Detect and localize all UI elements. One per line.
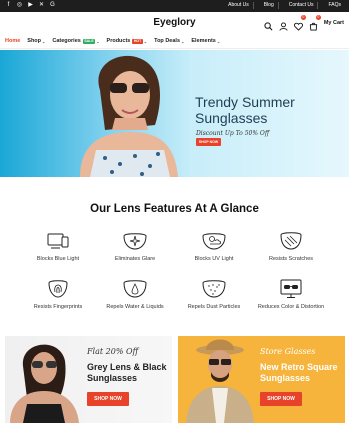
x-icon[interactable]: ✕ xyxy=(38,2,45,9)
social-links: f ◎ ▶ ✕ G xyxy=(5,2,56,9)
promo-model-image xyxy=(10,344,79,423)
wishlist-count-badge: 0 xyxy=(300,15,306,20)
chevron-down-icon: ⌄ xyxy=(181,38,185,44)
feature-blocks-blue-light: Blocks Blue Light xyxy=(18,231,98,262)
sun-cloud-lens-icon xyxy=(202,233,226,250)
chevron-down-icon: ⌄ xyxy=(143,38,148,44)
water-drop-icon xyxy=(123,280,147,298)
hero-shop-now-button[interactable]: SHOP NOW xyxy=(196,138,221,146)
header-icons: 0 0 My Cart xyxy=(264,15,344,31)
promo-kicker: Store Glasses xyxy=(260,347,316,356)
nav-home-label: Home xyxy=(5,38,21,44)
promo-title: New Retro Square Sunglasses xyxy=(260,362,338,383)
nav-top-deals-label: Top Deals xyxy=(154,38,181,44)
feature-label: Blocks Blue Light xyxy=(36,256,80,262)
monitor-glasses-icon xyxy=(280,279,302,298)
feature-label: Resists Scratches xyxy=(268,256,313,262)
feature-repels-water: Repels Water & Liquids xyxy=(95,279,175,310)
cart-label[interactable]: My Cart xyxy=(324,20,344,26)
chevron-down-icon: ⌄ xyxy=(42,38,46,44)
main-nav: Home Shop ⌄ Categories SALE ⌄ Products HOT ⌄ … xyxy=(5,38,220,44)
promo-shop-now-button[interactable]: SHOP NOW xyxy=(87,392,129,406)
nav-shop[interactable]: Shop ⌄ xyxy=(27,38,45,44)
dust-lens-icon xyxy=(202,280,226,298)
sale-tag: SALE xyxy=(82,38,96,44)
feature-resists-fingerprints: Resists Fingerprints xyxy=(18,279,98,310)
nav-top-deals[interactable]: Top Deals ⌄ xyxy=(154,38,184,44)
cart-count-badge: 0 xyxy=(315,15,321,20)
chevron-down-icon: ⌄ xyxy=(216,38,221,44)
feature-label: Blocks UV Light xyxy=(194,256,234,262)
chevron-down-icon: ⌄ xyxy=(96,38,100,44)
cart-icon[interactable]: 0 xyxy=(309,15,321,31)
nav-shop-label: Shop xyxy=(27,38,42,44)
feature-label: Repels Dust Particles xyxy=(187,304,241,310)
feature-label: Repels Water & Liquids xyxy=(106,304,164,310)
hero-kicker: Discount Up To 50% Off xyxy=(196,130,270,137)
youtube-icon[interactable]: ▶ xyxy=(27,2,34,9)
feature-label: Resists Fingerprints xyxy=(33,304,83,310)
top-bar: f ◎ ▶ ✕ G About Us Blog Contact Us FAQs xyxy=(0,0,349,12)
fingerprint-icon xyxy=(48,280,68,298)
feature-repels-dust: Repels Dust Particles xyxy=(174,279,254,310)
hero-title: Trendy Summer Sunglasses xyxy=(195,94,295,126)
promo-title: Grey Lens & Black Sunglasses xyxy=(87,362,167,383)
hot-tag: HOT xyxy=(132,38,143,44)
nav-categories-label: Categories xyxy=(52,38,81,44)
sparkle-lens-icon xyxy=(123,233,147,250)
features-title: Our Lens Features At A Glance xyxy=(90,203,259,215)
nav-divider xyxy=(0,48,349,49)
search-icon[interactable] xyxy=(264,18,273,31)
devices-icon xyxy=(47,233,69,249)
feature-label: Reduces Color & Distortion xyxy=(257,304,325,310)
hero-model-image xyxy=(80,55,178,177)
nav-home[interactable]: Home xyxy=(5,38,20,44)
facebook-icon[interactable]: f xyxy=(5,2,12,9)
promo-model-image xyxy=(186,339,254,423)
nav-products[interactable]: Products HOT ⌄ xyxy=(107,38,148,44)
nav-products-label: Products xyxy=(106,38,131,44)
promo-shop-now-button[interactable]: SHOP NOW xyxy=(260,392,302,406)
promo-banner-retro-square[interactable]: Store Glasses New Retro Square Sunglasse… xyxy=(178,336,345,423)
feature-eliminates-glare: Eliminates Glare xyxy=(95,231,175,262)
google-icon[interactable]: G xyxy=(49,2,56,9)
promo-banner-grey-lens[interactable]: Flat 20% Off Grey Lens & Black Sunglasse… xyxy=(5,336,172,423)
promo-kicker: Flat 20% Off xyxy=(87,347,139,356)
top-link-about[interactable]: About Us xyxy=(218,2,253,9)
feature-blocks-uv-light: Blocks UV Light xyxy=(174,231,254,262)
nav-elements[interactable]: Elements ⌄ xyxy=(191,38,220,44)
wishlist-icon[interactable]: 0 xyxy=(293,15,306,31)
scratch-lens-icon xyxy=(280,232,302,250)
hero-banner: Discount Up To 50% Off Trendy Summer Sun… xyxy=(0,50,349,177)
feature-reduces-distortion: Reduces Color & Distortion xyxy=(251,279,331,310)
feature-label: Eliminates Glare xyxy=(114,256,156,262)
top-link-contact[interactable]: Contact Us xyxy=(277,2,318,9)
user-icon[interactable] xyxy=(279,18,288,31)
instagram-icon[interactable]: ◎ xyxy=(16,2,23,9)
nav-categories[interactable]: Categories SALE ⌄ xyxy=(52,38,99,44)
feature-resists-scratches: Resists Scratches xyxy=(251,231,331,262)
top-link-blog[interactable]: Blog xyxy=(252,2,278,9)
top-link-faqs[interactable]: FAQs xyxy=(317,2,345,9)
nav-elements-label: Elements xyxy=(191,38,216,44)
top-links: About Us Blog Contact Us FAQs xyxy=(218,2,345,9)
